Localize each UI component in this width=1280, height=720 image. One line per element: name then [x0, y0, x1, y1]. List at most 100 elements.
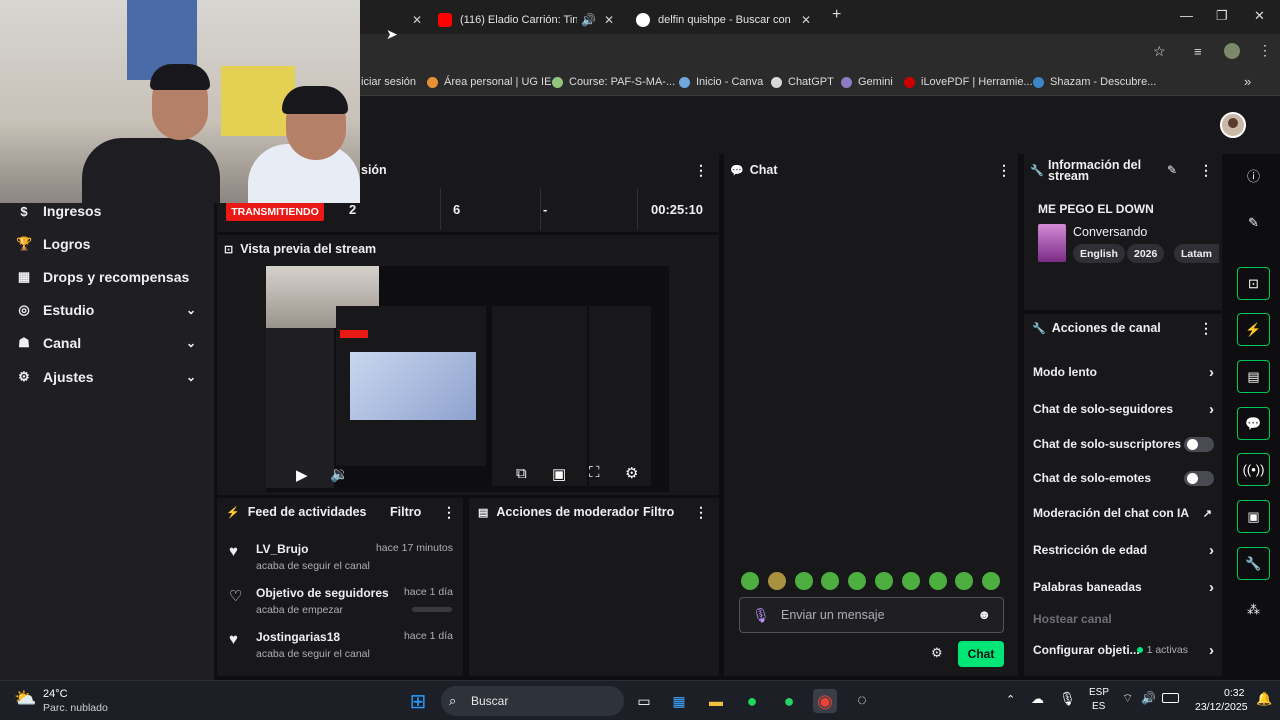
- bookmark[interactable]: Gemini: [841, 76, 893, 88]
- action-palabras-baneadas[interactable]: Palabras baneadas ›: [1033, 576, 1218, 598]
- category-name[interactable]: Conversando: [1073, 225, 1147, 239]
- clock-time[interactable]: 0:32: [1224, 687, 1244, 699]
- raid-action-icon[interactable]: ▣: [1237, 500, 1270, 533]
- taskbar-search[interactable]: ⌕ Buscar: [441, 686, 624, 716]
- more-options-icon[interactable]: ⋮: [997, 162, 1011, 179]
- menu-icon[interactable]: ⋮: [1258, 42, 1272, 59]
- edit-icon[interactable]: ✎: [1167, 163, 1177, 177]
- toggle-switch[interactable]: [1184, 437, 1214, 452]
- tag[interactable]: Latam: [1174, 244, 1219, 263]
- settings-icon[interactable]: ⚙: [625, 464, 638, 482]
- stream-preview[interactable]: ▶ 🔉 ⧉ ▣ ⛶ ⚙: [266, 266, 669, 492]
- mic-icon[interactable]: 🎙: [1059, 691, 1076, 707]
- edit-icon[interactable]: ✎: [1241, 210, 1266, 235]
- minimize-icon[interactable]: —: [1180, 8, 1193, 23]
- more-bookmarks-icon[interactable]: »: [1244, 74, 1251, 89]
- profile-icon[interactable]: [1224, 43, 1240, 59]
- spotify-icon[interactable]: ●: [740, 689, 764, 713]
- avatar[interactable]: [1220, 112, 1246, 138]
- more-options-icon[interactable]: ⋮: [694, 162, 708, 179]
- tab-youtube[interactable]: (116) Eladio Carrión: Tiny De 🔊 ✕: [428, 5, 624, 34]
- volume-icon[interactable]: 🔊: [1141, 691, 1156, 705]
- chat-input[interactable]: 🎙 Enviar un mensaje ☻: [739, 597, 1004, 633]
- battery-icon[interactable]: [1162, 693, 1179, 703]
- tag[interactable]: 2026: [1127, 244, 1165, 263]
- bookmark[interactable]: Shazam - Descubre...: [1033, 76, 1156, 88]
- broadcast-action-icon[interactable]: ((•)): [1237, 453, 1270, 486]
- bookmark[interactable]: iciar sesión: [361, 76, 416, 88]
- clip-icon[interactable]: ▣: [552, 465, 566, 483]
- more-options-icon[interactable]: ⋮: [442, 504, 456, 521]
- store-icon[interactable]: ▦: [667, 689, 691, 713]
- list-item[interactable]: ♡ Objetivo de seguidores hace 1 día acab…: [229, 586, 455, 624]
- action-configurar-objetivos[interactable]: Configurar objeti... 1 activas ›: [1033, 639, 1218, 661]
- action-moderacion-ia[interactable]: Moderación del chat con IA ↗: [1033, 502, 1218, 524]
- share-icon[interactable]: ⁂: [1241, 597, 1266, 622]
- cloud-icon[interactable]: ☁: [1031, 691, 1044, 707]
- speaker-icon[interactable]: 🔊: [581, 13, 596, 27]
- bookmark[interactable]: iLovePDF | Herramie...: [904, 76, 1033, 88]
- more-options-icon[interactable]: ⋮: [1199, 162, 1213, 179]
- tab-google[interactable]: delfin quishpe - Buscar con Go ✕: [626, 5, 822, 34]
- emote-icon[interactable]: [901, 572, 920, 590]
- windows-start-icon[interactable]: ⊞: [406, 689, 430, 713]
- close-icon[interactable]: ✕: [801, 13, 811, 27]
- star-icon[interactable]: ☆: [1153, 43, 1166, 60]
- emote-icon[interactable]: [875, 572, 893, 590]
- close-icon[interactable]: ✕: [604, 13, 614, 27]
- chat-send-button[interactable]: Chat: [958, 641, 1004, 667]
- volume-icon[interactable]: 🔉: [330, 465, 349, 483]
- list-item[interactable]: ♥ LV_Brujo hace 17 minutos acaba de segu…: [229, 542, 455, 580]
- action-restriccion-edad[interactable]: Restricción de edad ›: [1033, 539, 1218, 561]
- emote-icon[interactable]: [928, 572, 947, 590]
- weather-temp[interactable]: 24°C: [43, 688, 68, 700]
- sidebar-item-drops[interactable]: ▦ Drops y recompensas: [16, 263, 204, 291]
- bookmark[interactable]: Área personal | UG IE: [427, 76, 551, 88]
- chat-settings-icon[interactable]: ⚙: [931, 645, 943, 661]
- action-modo-lento[interactable]: Modo lento ›: [1033, 361, 1218, 383]
- list-item[interactable]: ♥ Jostingarias18 hace 1 día acaba de seg…: [229, 630, 455, 668]
- bookmark[interactable]: Course: PAF-S-MA-...: [552, 76, 675, 88]
- close-icon[interactable]: ✕: [412, 13, 422, 27]
- bell-icon[interactable]: 🔔: [1256, 691, 1272, 707]
- maximize-icon[interactable]: ❐: [1216, 8, 1228, 24]
- emoji-icon[interactable]: ☻: [977, 607, 991, 622]
- play-icon[interactable]: ▶: [296, 466, 308, 484]
- app-icon[interactable]: ◌: [850, 689, 874, 713]
- mic-icon[interactable]: 🎙: [752, 607, 770, 624]
- wifi-icon[interactable]: ⌔: [1122, 691, 1133, 706]
- more-options-icon[interactable]: ⋮: [694, 504, 708, 521]
- chevron-up-icon[interactable]: ⌃: [1006, 693, 1015, 706]
- emote-icon[interactable]: [741, 572, 759, 590]
- tab-close-prev[interactable]: ✕: [394, 5, 432, 34]
- file-explorer-icon[interactable]: ▬: [704, 689, 728, 713]
- language-top[interactable]: ESP: [1089, 687, 1109, 698]
- tag[interactable]: English: [1073, 244, 1125, 263]
- emote-icon[interactable]: [794, 572, 813, 590]
- chat-action-icon[interactable]: 💬: [1237, 407, 1270, 440]
- action-solo-seguidores[interactable]: Chat de solo-seguidores ›: [1033, 398, 1218, 420]
- clip-action-icon[interactable]: ⊡: [1237, 267, 1270, 300]
- pip-icon[interactable]: ⧉: [516, 465, 527, 482]
- chevron-down-icon[interactable]: ⌄: [186, 370, 196, 384]
- sidebar-item-estudio[interactable]: ◎ Estudio ⌄: [16, 296, 204, 324]
- fullscreen-icon[interactable]: ⛶: [589, 464, 600, 481]
- chevron-down-icon[interactable]: ⌄: [186, 303, 196, 317]
- bookmark[interactable]: ChatGPT: [771, 76, 834, 88]
- wrench-action-icon[interactable]: 🔧: [1237, 547, 1270, 580]
- close-window-icon[interactable]: ✕: [1254, 8, 1265, 24]
- emote-icon[interactable]: [767, 572, 786, 590]
- info-icon[interactable]: ⓘ: [1241, 163, 1266, 188]
- new-tab-button[interactable]: +: [832, 6, 841, 24]
- sidebar-item-canal[interactable]: ☗ Canal ⌄: [16, 329, 204, 357]
- more-options-icon[interactable]: ⋮: [1199, 320, 1213, 337]
- bookmark[interactable]: Inicio - Canva: [679, 76, 763, 88]
- media-icon[interactable]: ≡: [1194, 44, 1202, 59]
- chrome-icon[interactable]: ◉: [813, 689, 837, 713]
- moderator-filter-button[interactable]: Filtro: [643, 505, 674, 519]
- feed-filter-button[interactable]: Filtro: [390, 505, 421, 519]
- toggle-switch[interactable]: [1184, 471, 1214, 486]
- task-view-icon[interactable]: ▭: [632, 689, 656, 713]
- bolt-action-icon[interactable]: ⚡: [1237, 313, 1270, 346]
- whatsapp-icon[interactable]: ●: [777, 689, 801, 713]
